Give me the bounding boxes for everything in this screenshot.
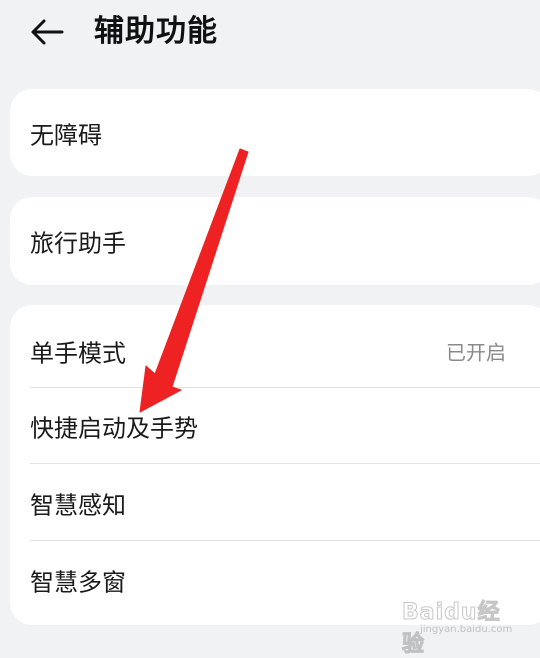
row-label: 无障碍 [30,121,102,149]
card-travel-assistant: 旅行助手 [10,197,540,285]
row-label: 单手模式 [30,339,126,368]
back-arrow-icon [31,19,64,45]
row-smart-perception[interactable]: 智慧感知 [10,464,540,541]
baidu-watermark: Baidu经验 jingyan.baidu.com [402,594,522,658]
card-accessibility: 无障碍 [10,89,540,176]
header-bar: 辅助功能 [0,0,540,70]
row-one-hand-mode[interactable]: 单手模式 已开启 [10,305,540,388]
row-label: 智慧感知 [30,491,126,519]
watermark-subtext: jingyan.baidu.com [420,624,513,635]
row-label: 快捷启动及手势 [30,414,198,443]
row-quick-launch-gestures[interactable]: 快捷启动及手势 [10,388,540,464]
back-button[interactable] [26,12,70,52]
row-label: 旅行助手 [30,229,126,258]
row-travel-assistant[interactable]: 旅行助手 [10,197,540,285]
row-accessibility[interactable]: 无障碍 [10,89,540,176]
card-shortcuts: 单手模式 已开启 快捷启动及手势 智慧感知 智慧多窗 [10,305,540,625]
page-title: 辅助功能 [94,14,218,49]
row-label: 智慧多窗 [30,568,126,597]
status-value: 已开启 [446,340,506,365]
